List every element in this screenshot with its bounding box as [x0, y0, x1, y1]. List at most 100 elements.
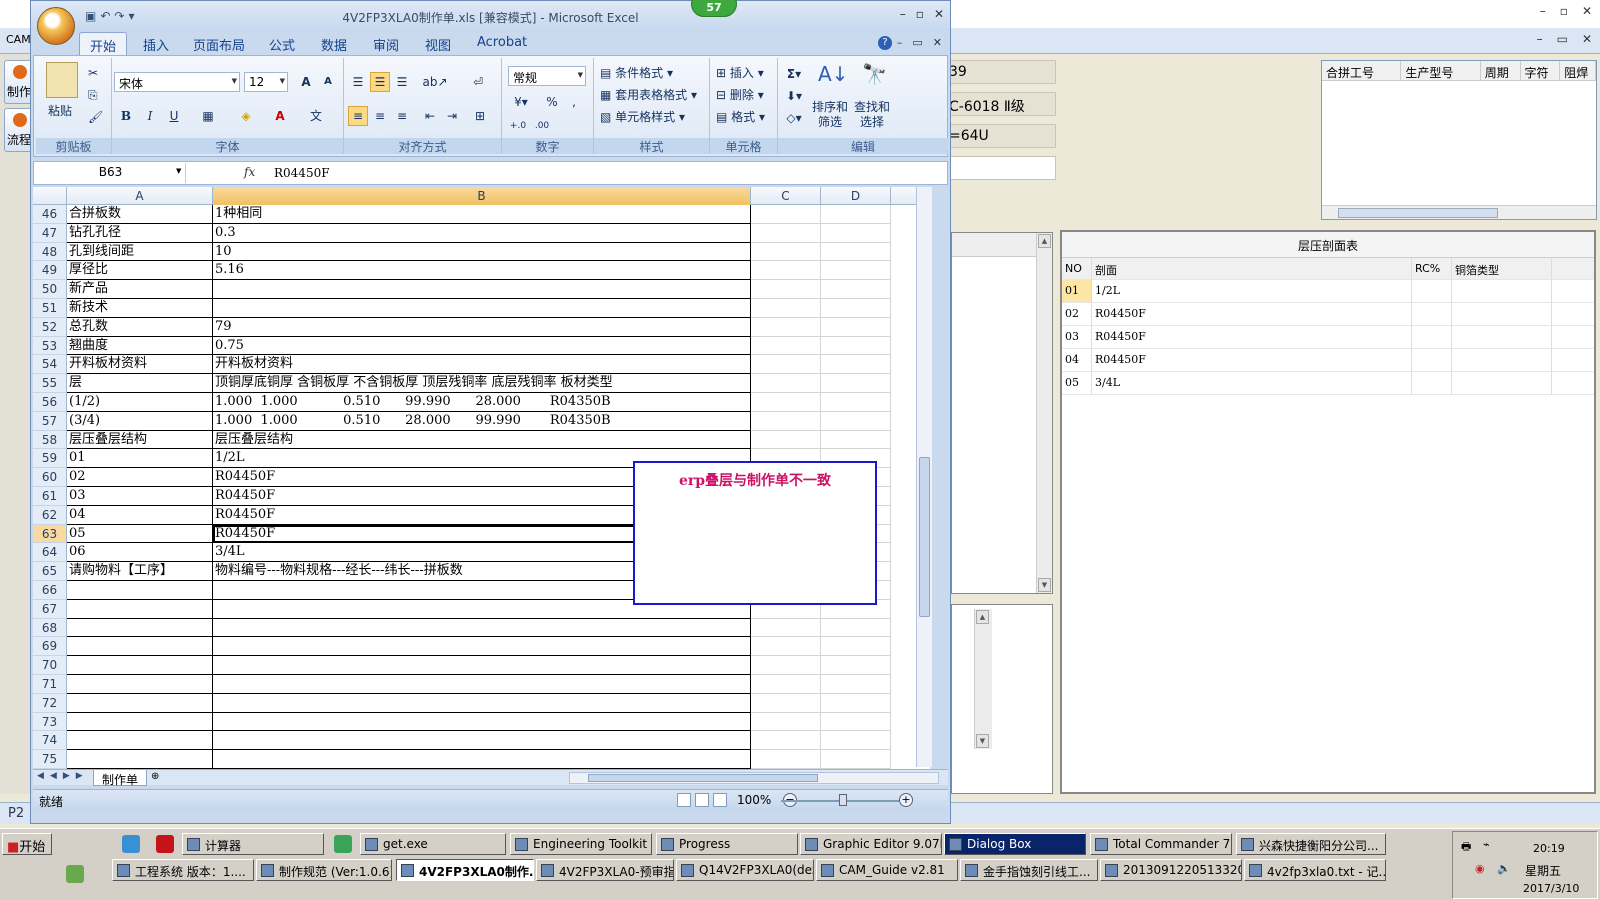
- zoom-slider-thumb[interactable]: [839, 794, 847, 806]
- cell-d[interactable]: [821, 618, 891, 638]
- cell-d[interactable]: [821, 712, 891, 732]
- orientation-icon[interactable]: ab↗: [420, 72, 450, 92]
- cell-b[interactable]: [213, 637, 751, 657]
- cell-b[interactable]: [213, 280, 751, 299]
- cell-b[interactable]: [213, 299, 751, 318]
- column-header[interactable]: 阻焊: [1560, 61, 1597, 80]
- cell-c[interactable]: [751, 618, 821, 638]
- row-header[interactable]: 66: [33, 581, 67, 600]
- clear-icon[interactable]: ◇▾: [784, 108, 804, 128]
- cell-a[interactable]: [67, 731, 213, 751]
- cell-a[interactable]: [67, 599, 213, 619]
- taskbar-item[interactable]: Q14V2FP3XLA0(dezh...: [676, 859, 814, 881]
- cell-a[interactable]: 钻孔孔径: [67, 223, 213, 243]
- row-header[interactable]: 68: [33, 618, 67, 638]
- taskbar-item[interactable]: Graphic Editor 9.07b2 ...: [800, 833, 942, 855]
- cell-b[interactable]: 层压叠层结构: [213, 430, 751, 450]
- table-row[interactable]: 02 R04450F: [1062, 303, 1594, 326]
- align-bottom-icon[interactable]: ☰: [392, 72, 412, 92]
- fill-icon[interactable]: ⬇▾: [784, 86, 804, 106]
- cell-a[interactable]: 01: [67, 449, 213, 469]
- copy-icon[interactable]: ⎘: [88, 88, 98, 103]
- scrollbar-thumb[interactable]: [1338, 208, 1498, 218]
- row-header[interactable]: 71: [33, 675, 67, 694]
- cell-b[interactable]: 开料板材资料: [213, 355, 751, 375]
- taskbar-item[interactable]: 制作规范 (Ver:1.0.6): [256, 859, 392, 881]
- cell-b[interactable]: [213, 693, 751, 713]
- taskbar-item[interactable]: 4V2FP3XLA0制作...: [396, 859, 534, 881]
- taskbar-item[interactable]: get.exe: [360, 833, 506, 855]
- tab-data[interactable]: 数据: [321, 35, 347, 54]
- minimize-icon[interactable]: –: [900, 7, 906, 21]
- column-header[interactable]: 字符: [1521, 61, 1561, 80]
- cell-styles-button[interactable]: ▧ 单元格样式 ▾: [600, 108, 685, 125]
- cell-c[interactable]: [751, 393, 821, 412]
- format-painter-icon[interactable]: 🖌: [88, 110, 103, 124]
- taskbar-item[interactable]: 4v2fp3xla0.txt - 记...: [1244, 859, 1386, 881]
- minimize-icon[interactable]: –: [1537, 32, 1543, 46]
- cell-a[interactable]: 请购物料【工序】: [67, 562, 213, 581]
- cell-a[interactable]: 合拼板数: [67, 205, 213, 224]
- cell-a[interactable]: [67, 656, 213, 675]
- row-header[interactable]: 52: [33, 317, 67, 337]
- sort-filter-icon[interactable]: A↓: [818, 62, 848, 86]
- cell-d[interactable]: [821, 731, 891, 751]
- cell-a[interactable]: 02: [67, 468, 213, 487]
- maximize-icon[interactable]: ▫: [1560, 4, 1568, 18]
- taskbar-item[interactable]: Dialog Box: [944, 833, 1086, 855]
- cell-a[interactable]: [67, 712, 213, 732]
- row-header[interactable]: 54: [33, 355, 67, 375]
- cam-field-3[interactable]: =64U: [944, 124, 1056, 148]
- cell-c[interactable]: [751, 317, 821, 337]
- function-icon[interactable]: fx: [244, 165, 255, 179]
- row-header[interactable]: 47: [33, 223, 67, 243]
- align-middle-icon[interactable]: ☰: [370, 72, 390, 92]
- taskbar-item[interactable]: Progress: [656, 833, 798, 855]
- cell-c[interactable]: [751, 280, 821, 299]
- cell-c[interactable]: [751, 731, 821, 751]
- cell-a[interactable]: 厚径比: [67, 261, 213, 281]
- fill-color-icon[interactable]: ◈: [236, 106, 256, 126]
- find-select-button[interactable]: 查找和 选择: [854, 100, 890, 130]
- table-row[interactable]: 03 R04450F: [1062, 326, 1594, 349]
- column-header-b[interactable]: B: [213, 187, 751, 205]
- row-header[interactable]: 61: [33, 487, 67, 506]
- cell-a[interactable]: 06: [67, 543, 213, 563]
- cell-b[interactable]: 顶铜厚底铜厚 含铜板厚 不含铜板厚 顶层残铜率 底层残铜率 板材类型: [213, 374, 751, 393]
- cell-a[interactable]: [67, 693, 213, 713]
- row-header[interactable]: 60: [33, 468, 67, 487]
- volume-icon[interactable]: 🔈: [1497, 862, 1511, 875]
- cam-field-1[interactable]: 39: [944, 60, 1056, 84]
- tab-review[interactable]: 审阅: [373, 35, 399, 54]
- table-row[interactable]: 05 3/4L: [1062, 372, 1594, 395]
- scrollbar-thumb[interactable]: [588, 774, 818, 782]
- cell-a[interactable]: 新产品: [67, 280, 213, 299]
- vertical-scrollbar[interactable]: ▲ ▼: [1036, 233, 1052, 593]
- taskbar-item[interactable]: 计算器: [182, 833, 324, 855]
- tab-view[interactable]: 视图: [425, 35, 451, 54]
- cell-d[interactable]: [821, 675, 891, 694]
- cell-a[interactable]: (3/4): [67, 411, 213, 431]
- cell-c[interactable]: [751, 299, 821, 318]
- cell-a[interactable]: 新技术: [67, 299, 213, 318]
- column-header[interactable]: 合拼工号: [1322, 61, 1402, 80]
- number-format-select[interactable]: 常规 ▼: [508, 66, 586, 86]
- minimize-icon[interactable]: –: [897, 36, 903, 49]
- align-right-icon[interactable]: ≡: [392, 106, 412, 126]
- cell-c[interactable]: [751, 336, 821, 356]
- align-top-icon[interactable]: ☰: [348, 72, 368, 92]
- row-header[interactable]: 51: [33, 299, 67, 318]
- decrease-indent-icon[interactable]: ⇤: [420, 106, 440, 126]
- row-header[interactable]: 63: [33, 524, 67, 544]
- row-header[interactable]: 50: [33, 280, 67, 299]
- column-header-c[interactable]: C: [751, 187, 821, 205]
- row-header[interactable]: 65: [33, 562, 67, 581]
- shrink-font-icon[interactable]: A: [318, 72, 338, 92]
- cell-a[interactable]: 04: [67, 505, 213, 525]
- restore-icon[interactable]: ▭: [1557, 32, 1568, 46]
- name-box[interactable]: B63: [36, 163, 186, 183]
- cell-d[interactable]: [821, 355, 891, 375]
- column-header-a[interactable]: A: [67, 187, 213, 205]
- network-icon[interactable]: ⌁: [1483, 838, 1490, 851]
- column-header[interactable]: 生产型号: [1401, 61, 1481, 80]
